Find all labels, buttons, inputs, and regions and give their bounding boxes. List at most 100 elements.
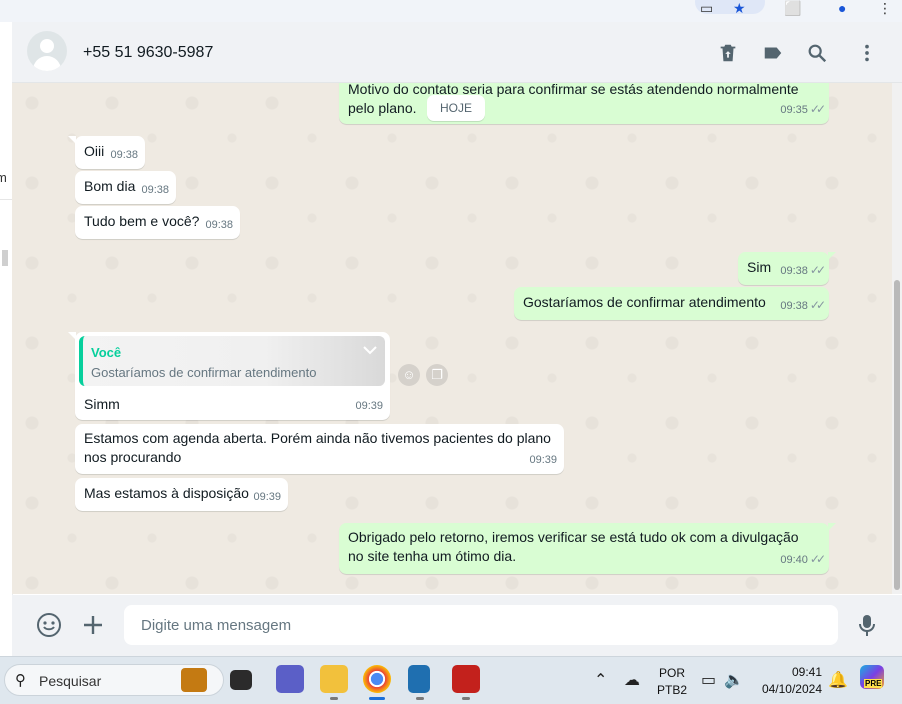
briefcase-icon [181,668,207,692]
message-composer [12,595,902,656]
archive-icon[interactable] [717,42,739,64]
message-time: 09:39 [355,400,383,412]
windows-taskbar: ⚲ Pesquisar ⌃ ☁ POR PTB2 ▭ 🔈 09:41 04/10… [0,656,902,704]
divider [0,199,12,200]
message-incoming[interactable]: Estamos com agenda aberta. Porém ainda n… [75,424,564,474]
search-icon: ⚲ [15,672,26,689]
message-time: 09:38 ✓✓ [780,263,826,277]
message-text: Tudo bem e você? [84,213,200,229]
acrobat-icon[interactable] [452,665,480,693]
message-text-line: Motivo do contato seria para confirmar s… [348,83,799,97]
onedrive-icon[interactable]: ☁ [624,670,640,690]
message-text: Motivo do contato seria para confirmar s… [348,83,799,118]
message-text-line: pelo plano. [348,100,417,116]
avatar[interactable] [27,31,67,71]
message-incoming-reply[interactable]: Você Gostaríamos de confirmar atendiment… [68,332,390,420]
bubble-tail [828,252,836,260]
message-time: 09:38 ✓✓ [780,298,826,312]
taskbar-search[interactable]: ⚲ Pesquisar [4,664,224,696]
date-chip: HOJE [427,95,486,121]
teams-icon[interactable] [276,665,304,693]
message-text: Estamos com agenda aberta. Porém ainda n… [84,429,551,467]
read-receipt-icon: ✓✓ [809,552,826,566]
message-input[interactable] [124,605,838,645]
message-text: Obrigado pelo retorno, iremos verificar … [348,528,799,566]
chat-list-fragment: m [0,170,7,185]
message-time: 09:39 [253,491,281,503]
chevron-up-icon[interactable]: ⌃ [594,670,607,690]
message-text: Simm [84,396,120,412]
copy-icon[interactable]: ❐ [426,364,448,386]
message-time: 09:38 [110,149,138,161]
input-language[interactable]: POR [655,666,689,680]
message-time: 09:39 [529,454,557,466]
message-outgoing[interactable]: Sim 09:38 ✓✓ [738,252,836,285]
more-icon[interactable]: ⋮ [878,0,892,17]
react-emoji-icon[interactable]: ☺ [398,364,420,386]
active-indicator [369,697,385,700]
message-text-line: Obrigado pelo retorno, iremos verificar … [348,529,799,545]
message-text: Mas estamos à disposição [84,485,249,501]
contact-name[interactable]: +55 51 9630-5987 [83,44,213,62]
browser-toolbar: ▭ ★ ⬜ ● ⋮ [0,0,902,23]
running-indicator [416,697,424,700]
message-incoming[interactable]: Oiii 09:38 [68,136,145,169]
message-time: 09:40 ✓✓ [780,552,826,566]
keyboard-layout[interactable]: PTB2 [655,683,689,697]
bubble-tail [828,523,836,531]
message-incoming[interactable]: Tudo bem e você? 09:38 [75,206,240,239]
message-text-line: nos procurando [84,449,182,465]
chat-area[interactable]: Motivo do contato seria para confirmar s… [12,83,892,594]
message-text: Oiii [84,143,105,159]
read-receipt-icon: ✓✓ [809,298,826,312]
chat-header[interactable]: +55 51 9630-5987 [12,22,902,83]
message-text: Bom dia [84,178,136,194]
message-outgoing[interactable]: Obrigado pelo retorno, iremos verificar … [339,523,836,574]
clock-time[interactable]: 09:41 [752,665,822,679]
message-time: 09:38 [141,184,169,196]
label-icon[interactable] [761,42,783,64]
monitor-icon[interactable]: ▭ [700,0,713,17]
read-receipt-icon: ✓✓ [809,102,826,116]
copilot-icon[interactable]: PRE [860,665,884,689]
menu-icon[interactable] [856,42,878,64]
read-receipt-icon: ✓✓ [809,263,826,277]
running-indicator [330,697,338,700]
star-icon[interactable]: ★ [733,0,746,17]
share-icon[interactable]: ⬜ [784,0,801,17]
notification-bell-icon[interactable]: 🔔 [828,670,848,690]
scroll-marker [2,250,8,266]
message-text-line: Estamos com agenda aberta. Porém ainda n… [84,430,551,446]
search-icon[interactable] [806,42,828,64]
file-explorer-icon[interactable] [320,665,348,693]
plus-icon[interactable] [80,612,106,638]
network-icon[interactable]: ▭ [701,670,716,690]
message-time: 09:38 [205,219,233,231]
scrollbar-thumb[interactable] [894,280,900,590]
copilot-badge: PRE [864,679,883,688]
message-text: Gostaríamos de confirmar atendimento [523,294,766,310]
quoted-message[interactable]: Você Gostaríamos de confirmar atendiment… [79,336,385,386]
message-outgoing[interactable]: Gostaríamos de confirmar atendimento 09:… [514,287,829,320]
quote-text: Gostaríamos de confirmar atendimento [91,365,317,380]
avatar-body [33,56,61,71]
message-outgoing[interactable]: Motivo do contato seria para confirmar s… [339,83,829,124]
emoji-icon[interactable] [36,612,62,638]
chevron-down-icon[interactable] [363,341,377,360]
running-indicator [462,697,470,700]
message-incoming[interactable]: Mas estamos à disposição 09:39 [75,478,288,511]
profile-icon[interactable]: ● [838,0,846,16]
message-incoming[interactable]: Bom dia 09:38 [75,171,176,204]
mic-icon[interactable] [854,612,880,638]
taskbar-search-label: Pesquisar [39,673,102,689]
bubble-tail [68,332,76,340]
task-view-icon[interactable] [230,670,252,690]
avatar-head [40,39,54,53]
message-text: Sim [747,259,772,275]
volume-icon[interactable]: 🔈 [724,670,744,690]
chrome-icon[interactable] [363,665,391,693]
clock-date[interactable]: 04/10/2024 [752,682,822,696]
quote-author: Você [91,345,122,360]
message-time: 09:35 ✓✓ [780,102,826,116]
notepad-icon[interactable] [408,665,430,693]
